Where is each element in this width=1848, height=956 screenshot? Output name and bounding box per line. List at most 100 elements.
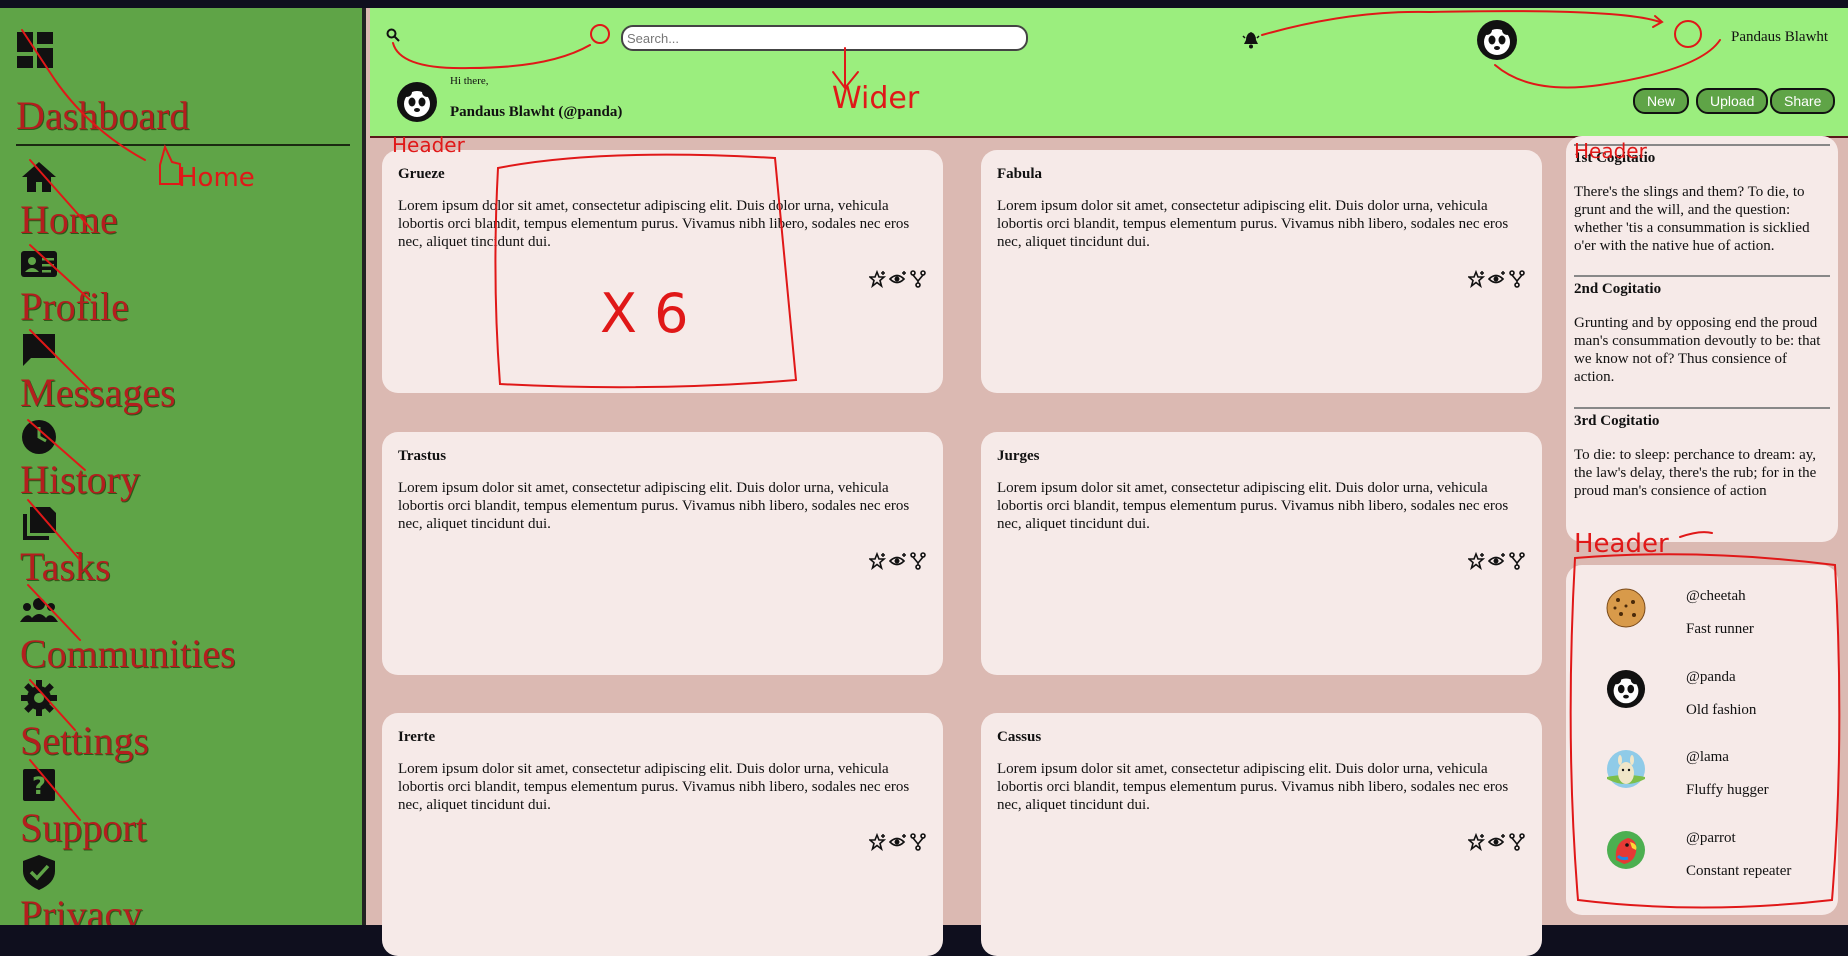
dashboard-icon: [17, 32, 53, 68]
star-plus-icon[interactable]: [867, 269, 887, 289]
user-row[interactable]: @lama Fluffy hugger: [1606, 749, 1836, 819]
sidebar-item-label: Settings: [20, 718, 149, 763]
fork-icon[interactable]: [909, 270, 927, 288]
sidebar-item-label: Tasks: [20, 544, 111, 589]
fork-icon[interactable]: [909, 833, 927, 851]
project-card[interactable]: Grueze Lorem ipsum dolor sit amet, conse…: [382, 150, 943, 393]
sidebar-item-support[interactable]: ? Support: [20, 766, 147, 850]
card-actions: [1466, 269, 1526, 289]
user-row[interactable]: @parrot Constant repeater: [1606, 830, 1836, 900]
card-body: Lorem ipsum dolor sit amet, consectetur …: [398, 198, 910, 250]
group-icon: [20, 598, 58, 622]
eye-plus-icon[interactable]: [1487, 833, 1506, 851]
share-button[interactable]: Share: [1770, 88, 1836, 114]
card-title: Cassus: [997, 729, 1042, 745]
app-frame: Dashboard Home Profile Messages History …: [0, 8, 1848, 956]
card-body: Lorem ipsum dolor sit amet, consectetur …: [398, 761, 910, 813]
card-actions: [867, 551, 927, 571]
documents-icon: [23, 507, 56, 540]
sidebar-item-history[interactable]: History: [20, 418, 140, 502]
clock-icon: [22, 420, 56, 454]
chat-bubble-icon: [23, 334, 55, 366]
fork-icon[interactable]: [1508, 552, 1526, 570]
llama-avatar: [1607, 750, 1645, 788]
search-input[interactable]: [621, 25, 1028, 51]
fork-icon[interactable]: [1508, 833, 1526, 851]
divider: [1574, 144, 1830, 146]
card-body: Lorem ipsum dolor sit amet, consectetur …: [398, 480, 910, 532]
announcement-body: To die: to sleep: perchance to dream: ay…: [1574, 447, 1817, 499]
user-handle: @panda: [1686, 669, 1736, 685]
bell-icon[interactable]: [1242, 31, 1260, 49]
user-handle: @lama: [1686, 749, 1729, 765]
search-icon[interactable]: [386, 28, 400, 42]
card-title: Grueze: [398, 166, 445, 182]
fork-icon[interactable]: [909, 552, 927, 570]
home-icon: [22, 162, 56, 192]
card-body: Lorem ipsum dolor sit amet, consectetur …: [997, 761, 1509, 813]
user-handle: @cheetah: [1686, 588, 1746, 604]
user-description: Fluffy hugger: [1686, 782, 1769, 798]
user-avatar[interactable]: [1476, 19, 1518, 61]
cheetah-avatar: [1606, 588, 1646, 628]
fork-icon[interactable]: [1508, 270, 1526, 288]
project-card[interactable]: Cassus Lorem ipsum dolor sit amet, conse…: [981, 713, 1542, 956]
eye-plus-icon[interactable]: [1487, 552, 1506, 570]
project-card[interactable]: Fabula Lorem ipsum dolor sit amet, conse…: [981, 150, 1542, 393]
eye-plus-icon[interactable]: [888, 833, 907, 851]
new-button[interactable]: New: [1633, 88, 1690, 114]
card-title: Jurges: [997, 448, 1040, 464]
sidebar-item-label: Communities: [20, 631, 236, 676]
sidebar-item-tasks[interactable]: Tasks: [20, 505, 111, 589]
project-card[interactable]: Irerte Lorem ipsum dolor sit amet, conse…: [382, 713, 943, 956]
project-card[interactable]: Jurges Lorem ipsum dolor sit amet, conse…: [981, 432, 1542, 675]
sidebar-item-communities[interactable]: Communities: [20, 592, 236, 676]
project-card[interactable]: Trastus Lorem ipsum dolor sit amet, cons…: [382, 432, 943, 675]
announcements-panel: 1st Cogitatio There's the slings and the…: [1566, 136, 1838, 542]
announcement-body: There's the slings and them? To die, to …: [1574, 184, 1810, 254]
user-description: Fast runner: [1686, 621, 1754, 637]
sidebar-title: Dashboard: [16, 93, 190, 138]
svg-text:?: ?: [32, 772, 46, 800]
star-plus-icon[interactable]: [1466, 269, 1486, 289]
greeting-name: Pandaus Blawht (@panda): [450, 104, 623, 120]
shield-check-icon: [23, 855, 55, 890]
user-handle: @parrot: [1686, 830, 1736, 846]
parrot-avatar: [1607, 831, 1645, 869]
greeting-text: Hi there,: [450, 75, 489, 87]
sidebar: Dashboard Home Profile Messages History …: [0, 8, 366, 925]
star-plus-icon[interactable]: [1466, 832, 1486, 852]
user-row[interactable]: @cheetah Fast runner: [1606, 588, 1836, 658]
upload-button[interactable]: Upload: [1696, 88, 1769, 114]
top-header: Pandaus Blawht Hi there, Pandaus Blawht …: [370, 8, 1848, 138]
card-actions: [1466, 832, 1526, 852]
sidebar-item-profile[interactable]: Profile: [20, 245, 129, 329]
card-body: Lorem ipsum dolor sit amet, consectetur …: [997, 480, 1509, 532]
user-description: Constant repeater: [1686, 863, 1792, 879]
announcement-item: 1st Cogitatio There's the slings and the…: [1574, 144, 1830, 255]
user-row[interactable]: @panda Old fashion: [1606, 669, 1836, 739]
eye-plus-icon[interactable]: [1487, 270, 1506, 288]
star-plus-icon[interactable]: [867, 551, 887, 571]
sidebar-item-messages[interactable]: Messages: [20, 331, 176, 415]
star-plus-icon[interactable]: [1466, 551, 1486, 571]
sidebar-item-label: Privacy: [20, 892, 143, 925]
card-body: Lorem ipsum dolor sit amet, consectetur …: [997, 198, 1509, 250]
sidebar-item-settings[interactable]: Settings: [20, 679, 149, 763]
id-card-icon: [21, 251, 57, 277]
card-actions: [1466, 551, 1526, 571]
eye-plus-icon[interactable]: [888, 270, 907, 288]
card-actions: [867, 269, 927, 289]
gear-icon: [21, 680, 57, 716]
sidebar-item-label: Messages: [20, 370, 176, 415]
eye-plus-icon[interactable]: [888, 552, 907, 570]
announcement-body: Grunting and by opposing end the proud m…: [1574, 315, 1821, 385]
star-plus-icon[interactable]: [867, 832, 887, 852]
sidebar-item-label: Profile: [20, 284, 129, 329]
announcement-item: 3rd Cogitatio To die: to sleep: perchanc…: [1574, 407, 1830, 500]
card-title: Trastus: [398, 448, 447, 464]
sidebar-item-privacy[interactable]: Privacy: [20, 853, 142, 925]
sidebar-item-home[interactable]: Home: [20, 158, 118, 242]
divider: [1574, 407, 1830, 409]
header-username[interactable]: Pandaus Blawht: [1731, 29, 1828, 46]
